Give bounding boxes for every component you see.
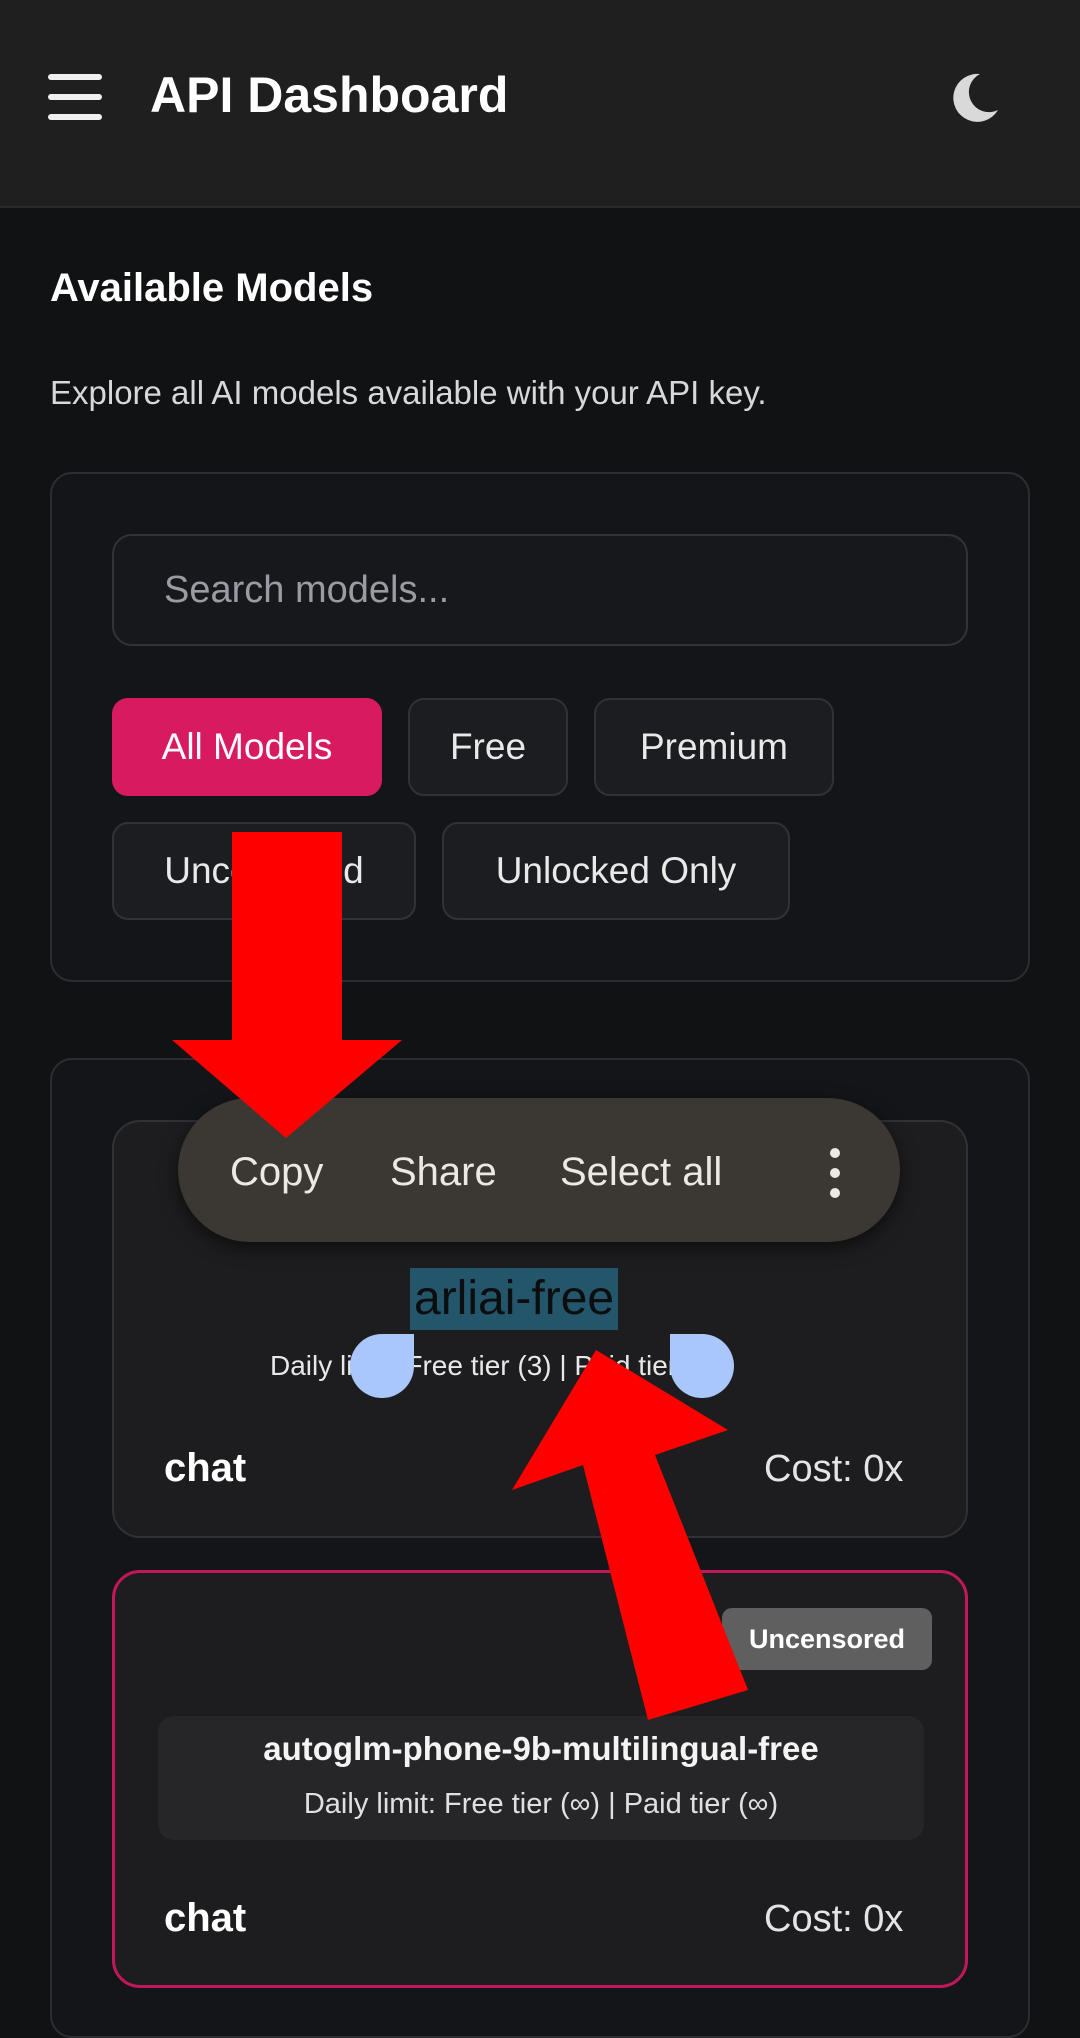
model-name-selected[interactable]: arliai-free — [410, 1268, 619, 1330]
selection-handle-right[interactable] — [670, 1334, 734, 1398]
selection-handle-left[interactable] — [350, 1334, 414, 1398]
model-daily-limit: Daily limit: Free tier (∞) | Paid tier (… — [303, 1788, 779, 1820]
chip-unlocked-only[interactable]: Unlocked Only — [442, 822, 790, 920]
model-category: chat — [164, 1446, 247, 1490]
page-subtitle: Explore all AI models available with you… — [50, 374, 767, 411]
copy-button[interactable]: Copy — [230, 1150, 323, 1195]
page-title: Available Models — [50, 266, 374, 310]
app-title: API Dashboard — [150, 67, 509, 123]
chip-all-models[interactable]: All Models — [112, 698, 382, 796]
app-header: API Dashboard — [0, 0, 1080, 208]
model-cost: Cost: 0x — [764, 1898, 904, 1940]
model-category: chat — [164, 1896, 247, 1940]
uncensored-badge: Uncensored — [722, 1608, 932, 1670]
select-all-button[interactable]: Select all — [560, 1150, 722, 1195]
model-cost: Cost: 0x — [764, 1448, 904, 1490]
chip-free[interactable]: Free — [408, 698, 568, 796]
chip-uncensored[interactable]: Uncensored — [112, 822, 416, 920]
share-button[interactable]: Share — [390, 1150, 497, 1195]
chip-premium[interactable]: Premium — [594, 698, 834, 796]
hamburger-menu-icon[interactable] — [48, 74, 102, 120]
model-daily-limit: Daily limit: Free tier (3) | Paid tier (… — [270, 1350, 724, 1381]
model-name: autoglm-phone-9b-multilingual-free — [263, 1730, 819, 1767]
more-vertical-icon[interactable] — [828, 1148, 842, 1198]
moon-icon[interactable] — [946, 70, 1002, 126]
search-input[interactable] — [112, 534, 968, 646]
